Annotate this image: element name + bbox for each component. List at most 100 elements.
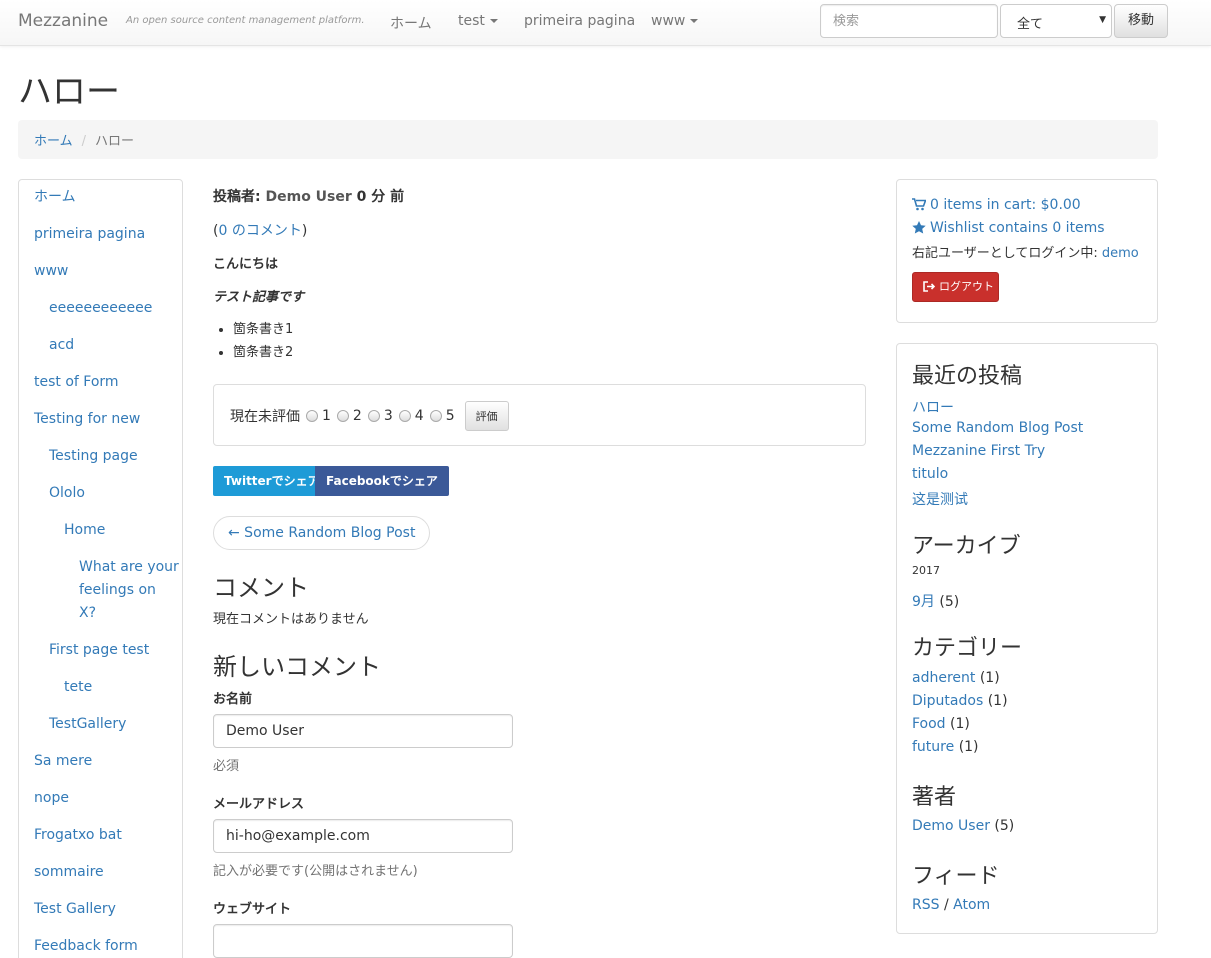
author-item: Demo User (5): [912, 818, 1014, 834]
tree-item-eeeeeeeeeeee[interactable]: eeeeeeeeeeee: [49, 297, 152, 320]
blog-sidebar-panel: 最近の投稿 ハロー Some Random Blog Post Mezzanin…: [896, 343, 1158, 934]
nav-link-primeira-pagina[interactable]: primeira pagina: [524, 13, 635, 29]
recent-post-link[interactable]: Mezzanine First Try: [912, 443, 1045, 459]
rating-option-label: 2: [352, 408, 362, 424]
recent-posts-heading: 最近の投稿: [912, 364, 1023, 389]
tree-item-feelings-line2[interactable]: feelings on: [79, 579, 156, 602]
tree-item-sa-mere[interactable]: Sa mere: [34, 750, 92, 773]
authors-heading: 著者: [912, 785, 957, 810]
rss-feed-link[interactable]: RSS: [912, 897, 940, 913]
website-label: ウェブサイト: [213, 902, 292, 917]
nav-link-home[interactable]: ホーム: [390, 13, 432, 33]
post-bullet-list: 箇条書き1 箇条書き2: [233, 318, 293, 364]
facebook-share-button[interactable]: Facebookでシェア: [315, 466, 449, 496]
post-author-link[interactable]: Demo User: [265, 189, 351, 205]
nav-link-label: test: [458, 13, 485, 29]
cart-link[interactable]: 0 items in cart: $0.00: [912, 197, 1081, 213]
archive-month-link[interactable]: 9月: [912, 594, 935, 610]
category-count: (1): [958, 739, 979, 755]
top-navbar: Mezzanine An open source content managem…: [0, 0, 1211, 46]
email-label: メールアドレス: [213, 797, 305, 812]
tree-item-tete[interactable]: tete: [64, 676, 92, 699]
star-icon: [912, 221, 926, 234]
category-link[interactable]: Food: [912, 716, 946, 732]
tree-item-test-of-form[interactable]: test of Form: [34, 371, 119, 394]
rating-radio-3[interactable]: [367, 410, 380, 422]
rating-status: 現在未評価: [230, 409, 300, 425]
tree-item-first-page-test[interactable]: First page test: [49, 639, 149, 662]
name-help-text: 必須: [213, 759, 240, 774]
rating-option-label: 4: [414, 408, 424, 424]
page-title: ハロー: [18, 72, 120, 112]
rating-radio-5[interactable]: [429, 410, 442, 422]
logout-button[interactable]: ログアウト: [912, 272, 999, 302]
recent-post-link[interactable]: 这是测试: [912, 489, 968, 509]
website-field[interactable]: [213, 924, 513, 958]
tree-item-acd[interactable]: acd: [49, 334, 74, 357]
category-link[interactable]: adherent: [912, 670, 975, 686]
search-scope-value: 全て: [1017, 17, 1044, 32]
tree-item-nope[interactable]: nope: [34, 787, 69, 810]
rating-radio-2[interactable]: [336, 410, 349, 422]
category-item: Diputados (1): [912, 693, 1008, 709]
tree-item-ololo[interactable]: Ololo: [49, 482, 85, 505]
tree-item-feelings-line1[interactable]: What are your: [79, 556, 179, 579]
atom-feed-link[interactable]: Atom: [953, 897, 990, 913]
twitter-share-button[interactable]: Twitterでシェア: [213, 466, 331, 496]
author-count: (5): [994, 818, 1015, 834]
comments-heading: コメント: [213, 574, 309, 602]
login-status-text: 右記ユーザーとしてログイン中:: [912, 246, 1102, 261]
author-link[interactable]: Demo User: [912, 818, 990, 834]
tree-item-testgallery[interactable]: TestGallery: [49, 713, 126, 736]
feed-separator: /: [939, 897, 954, 913]
category-count: (1): [987, 693, 1008, 709]
brand-link[interactable]: Mezzanine: [18, 11, 108, 31]
search-button[interactable]: 移動: [1114, 4, 1168, 38]
page-tree-nav: ホーム primeira pagina www eeeeeeeeeeee acd…: [18, 179, 183, 958]
search-input[interactable]: [820, 4, 998, 38]
list-item: 箇条書き1: [233, 318, 293, 341]
tree-item-sommaire[interactable]: sommaire: [34, 861, 104, 884]
tree-item-home-nested[interactable]: Home: [64, 519, 105, 542]
email-field[interactable]: [213, 819, 513, 853]
site-tagline: An open source content management platfo…: [126, 15, 365, 26]
previous-post-link[interactable]: ← Some Random Blog Post: [213, 516, 431, 550]
rating-option-label: 5: [445, 408, 455, 424]
tree-item-frogatxo-bat[interactable]: Frogatxo bat: [34, 824, 122, 847]
tree-item-feelings-line3[interactable]: X?: [79, 602, 96, 625]
archive-heading: アーカイブ: [912, 534, 1021, 559]
nav-dropdown-test[interactable]: test: [458, 13, 498, 29]
search-scope-select[interactable]: 全て ▼: [1000, 4, 1112, 38]
rating-radio-1[interactable]: [306, 410, 318, 422]
tree-item-feedback-form[interactable]: Feedback form: [34, 935, 138, 958]
tree-item-testing-page[interactable]: Testing page: [49, 445, 138, 468]
recent-post-link[interactable]: Some Random Blog Post: [912, 420, 1083, 436]
category-count: (1): [979, 670, 1000, 686]
nav-dropdown-www[interactable]: www: [651, 13, 699, 29]
category-link[interactable]: Diputados: [912, 693, 983, 709]
category-count: (1): [950, 716, 970, 732]
logged-in-user-link[interactable]: demo: [1102, 246, 1139, 261]
rate-button[interactable]: 評価: [464, 401, 509, 431]
wishlist-link[interactable]: Wishlist contains 0 items: [912, 220, 1105, 236]
tree-item-test-gallery[interactable]: Test Gallery: [34, 898, 116, 921]
feed-links: RSS / Atom: [912, 897, 990, 913]
tree-item-www[interactable]: www: [34, 260, 68, 283]
breadcrumb-separator: /: [81, 134, 87, 149]
tree-item-home[interactable]: ホーム: [34, 186, 76, 209]
recent-post-link[interactable]: ハロー: [912, 397, 954, 417]
name-field[interactable]: [213, 714, 513, 748]
tree-item-testing-for-new[interactable]: Testing for new: [34, 408, 140, 431]
list-item: 箇条書き2: [233, 341, 293, 364]
email-help-text: 記入が必要です(公開はされません): [213, 864, 418, 879]
comments-link[interactable]: 0 のコメント: [218, 223, 301, 239]
tree-item-primeira-pagina[interactable]: primeira pagina: [34, 223, 145, 246]
recent-post-link[interactable]: titulo: [912, 466, 948, 482]
rating-radio-4[interactable]: [398, 410, 411, 422]
select-arrow-icon: ▼: [1099, 15, 1106, 25]
new-comment-heading: 新しいコメント: [213, 653, 381, 681]
breadcrumb-home-link[interactable]: ホーム: [34, 134, 73, 149]
category-link[interactable]: future: [912, 739, 954, 755]
post-paragraph: こんにちは: [213, 257, 279, 272]
shopping-cart-icon: [912, 198, 926, 211]
